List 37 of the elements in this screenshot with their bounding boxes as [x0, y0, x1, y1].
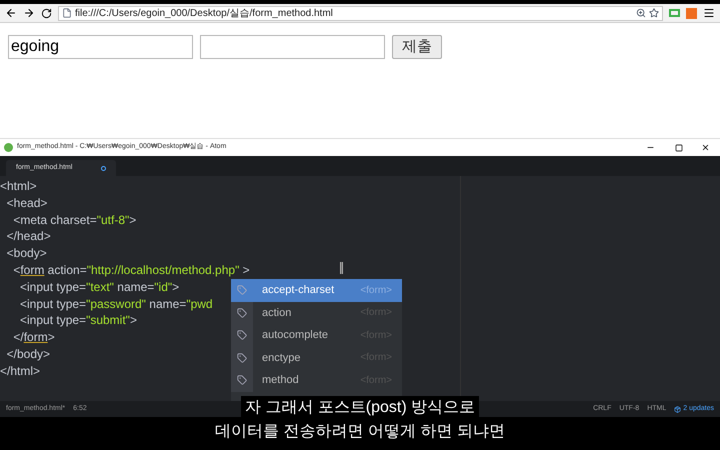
code-line: <body>	[6, 245, 47, 262]
menu-icon[interactable]	[703, 7, 715, 19]
password-field[interactable]	[200, 35, 385, 59]
code-line: <html>	[0, 178, 37, 195]
tag-icon	[237, 352, 247, 363]
address-bar[interactable]: file:///C:/Users/egoin_000/Desktop/실습/form_method.html	[58, 6, 663, 20]
tag-icon	[237, 375, 247, 386]
url-text: file:///C:/Users/egoin_000/Desktop/실습/form_method.html	[75, 6, 334, 20]
text-cursor-icon	[340, 262, 343, 274]
code-line: <input type="submit">	[19, 312, 137, 330]
code-line: </html>	[0, 362, 40, 380]
tag-icon	[237, 308, 247, 318]
code-line: </body>	[6, 346, 50, 363]
code-line: <head>	[6, 194, 48, 212]
maximize-icon[interactable]	[675, 144, 683, 152]
code-line: <meta charset="utf-8">	[12, 212, 136, 228]
submit-button[interactable]: 제출	[392, 35, 442, 59]
package-icon	[674, 406, 682, 412]
code-line: <input type="password" name="pwd	[19, 296, 213, 312]
forward-icon[interactable]	[23, 7, 35, 19]
atom-logo-icon	[4, 143, 13, 152]
tag-icon	[237, 330, 247, 340]
suggestion-item[interactable]: accept-charset <form>	[231, 279, 402, 302]
tag-icon	[237, 285, 247, 296]
back-icon[interactable]	[5, 7, 17, 19]
code-line: </head>	[6, 228, 51, 246]
star-icon[interactable]	[649, 8, 659, 18]
zoom-icon[interactable]	[636, 8, 646, 18]
reload-icon[interactable]	[41, 8, 52, 18]
extension-icon[interactable]	[669, 9, 680, 17]
chart-icon[interactable]	[686, 8, 697, 18]
code-line: </form>	[12, 329, 55, 346]
close-icon[interactable]	[701, 143, 710, 152]
text-field[interactable]: egoing	[8, 35, 193, 59]
code-line: <input type="text" name="id">	[19, 278, 180, 296]
code-line: <form action="http://localhost/method.php" >	[12, 262, 250, 279]
page-icon	[62, 8, 72, 18]
